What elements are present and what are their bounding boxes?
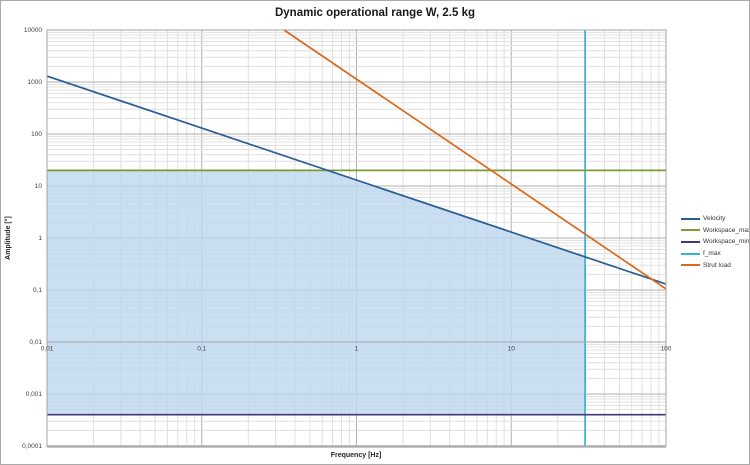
x-tick-label: 0,1 [197,346,206,353]
x-axis-title: Frequency [Hz] [331,452,382,459]
legend: Velocity Workspace_max Workspace_min f_max S… [681,213,750,271]
legend-label: f_max [703,250,721,258]
x-tick-label: 10 [508,346,516,353]
legend-swatch [681,264,700,267]
y-tick-label: 1000 [28,79,43,86]
y-tick-label: 0,01 [29,339,42,346]
chart-frame: Dynamic operational range W, 2.5 kg 0,01… [0,0,750,465]
y-tick-label: 1 [38,235,42,242]
y-tick-label: 0,001 [26,391,43,398]
y-tick-label: 10 [35,183,43,190]
legend-item-workspace-max: Workspace_max [681,225,750,237]
y-tick-label: 10000 [24,27,42,34]
legend-item-velocity: Velocity [681,213,749,225]
legend-item-workspace-min: Workspace_min [681,236,750,248]
y-tick-label: 0,0001 [22,443,42,450]
x-tick-label: 100 [661,346,672,353]
legend-label: Workspace_min [703,238,750,246]
legend-swatch [681,217,700,220]
chart-plot: 0,01 0,1 1 10 100 10000 1000 100 10 1 0,1 0,01 0,001… [4,27,672,459]
y-tick-label: 100 [31,131,42,138]
x-tick-label: 1 [355,346,359,353]
legend-item-strut-load: Strut load [681,259,749,271]
legend-swatch [681,229,700,232]
legend-swatch [681,240,700,243]
legend-label: Strut load [703,261,731,269]
legend-item-f-max: f_max [681,248,749,260]
y-tick-label: 0,1 [33,287,42,294]
legend-swatch [681,252,700,255]
y-axis-title: Amplitude [°] [4,216,12,260]
legend-label: Velocity [703,215,726,223]
legend-label: Workspace_max [703,226,750,234]
x-tick-label: 0,01 [41,346,54,353]
